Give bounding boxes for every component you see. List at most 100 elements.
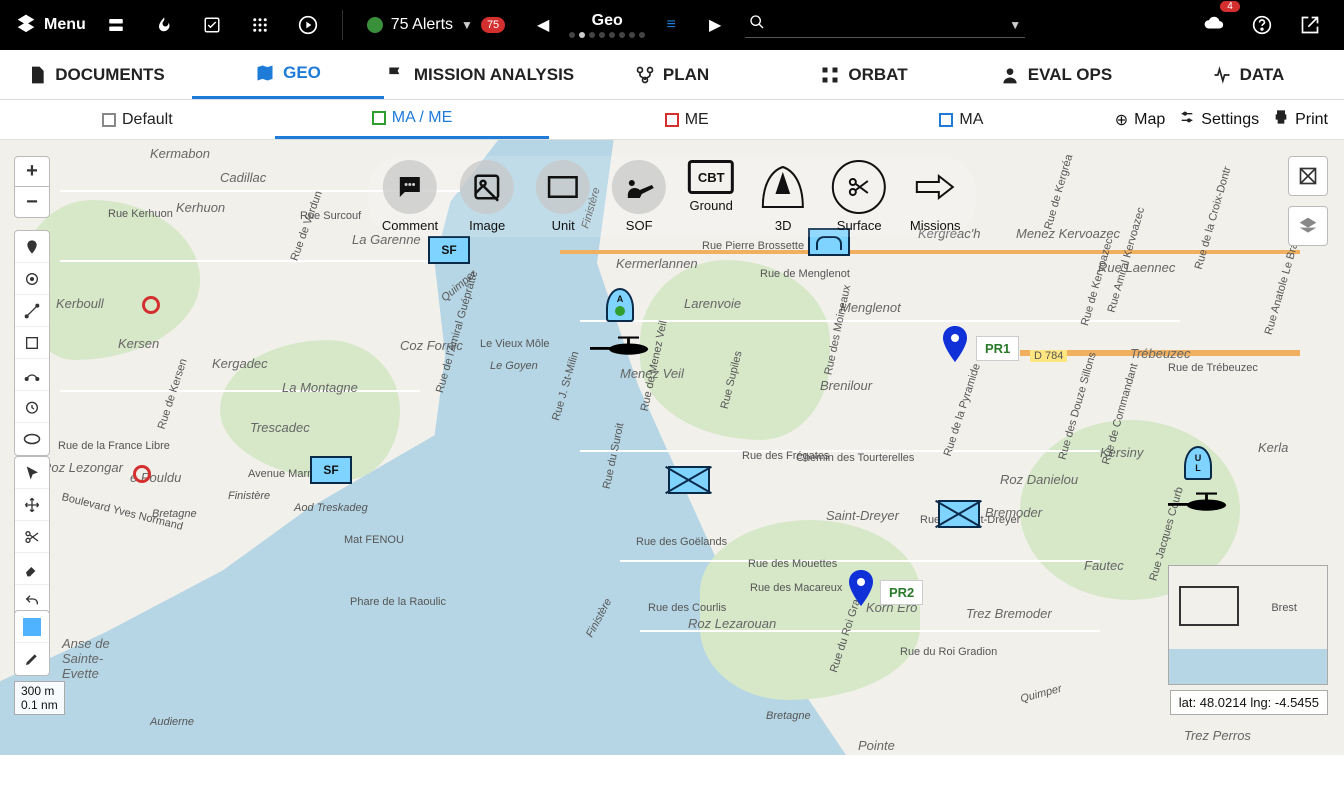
server-icon[interactable] bbox=[98, 7, 134, 43]
sliders-icon bbox=[1179, 109, 1195, 130]
workspace-pager: ◀ Geo ≡ ▶ bbox=[525, 7, 733, 43]
waypoint-label-pr2: PR2 bbox=[880, 580, 923, 605]
fill-color-tool[interactable] bbox=[15, 611, 49, 643]
overlay-unit[interactable]: Unit bbox=[536, 160, 590, 233]
overlay-missions[interactable]: Missions bbox=[908, 160, 962, 233]
threat-marker-1[interactable] bbox=[142, 296, 160, 314]
subtab-ma[interactable]: MA bbox=[824, 100, 1099, 139]
tab-geo[interactable]: GEO bbox=[192, 50, 384, 99]
top-bar: Menu 75 Alerts ▼ 75 ◀ Geo ≡ ▶ ▼ bbox=[0, 0, 1344, 50]
brush-tool[interactable] bbox=[15, 643, 49, 675]
flame-icon[interactable] bbox=[146, 7, 182, 43]
map-icon bbox=[372, 111, 386, 125]
map-overlay-toolbar: Comment Image Unit SOF CBTGround 3D Surf… bbox=[368, 156, 976, 237]
comment-icon bbox=[383, 160, 437, 214]
unit-sf-1[interactable]: SF bbox=[428, 236, 470, 264]
overlay-sof[interactable]: SOF bbox=[612, 160, 666, 233]
helicopter-marker-2[interactable] bbox=[1168, 492, 1238, 514]
layers-button[interactable] bbox=[1288, 206, 1328, 246]
move-tool[interactable] bbox=[15, 489, 49, 521]
map-icon bbox=[665, 113, 679, 127]
subtab-ma-me[interactable]: MA / ME bbox=[275, 100, 550, 139]
marker-tool[interactable] bbox=[15, 231, 49, 263]
chevron-down-icon: ▼ bbox=[461, 18, 473, 32]
shield-marker-ul[interactable]: UL bbox=[1184, 446, 1212, 480]
menu-label: Menu bbox=[44, 16, 86, 34]
layers-icon bbox=[16, 13, 36, 38]
style-tools bbox=[14, 610, 50, 676]
unit-icon bbox=[536, 160, 590, 214]
documents-icon bbox=[27, 65, 47, 85]
map-icon bbox=[255, 63, 275, 83]
overlay-surface[interactable]: Surface bbox=[832, 160, 886, 233]
alerts-badge: 75 bbox=[481, 17, 505, 33]
print-icon bbox=[1273, 109, 1289, 130]
unit-sf-2[interactable]: SF bbox=[310, 456, 352, 484]
ground-icon: CBT bbox=[688, 160, 734, 194]
path-tool[interactable] bbox=[15, 359, 49, 391]
line-tool[interactable] bbox=[15, 295, 49, 327]
cloud-sync-button[interactable]: 4 bbox=[1196, 7, 1232, 43]
tab-orbat[interactable]: ORBAT bbox=[768, 50, 960, 99]
plus-circle-icon: ⊕ bbox=[1115, 110, 1128, 130]
pager-dots bbox=[569, 32, 645, 38]
search-input[interactable] bbox=[771, 16, 1003, 34]
minimap[interactable]: Brest bbox=[1168, 565, 1328, 685]
arrow-right-icon bbox=[908, 160, 962, 214]
search-icon bbox=[749, 14, 765, 35]
erase-tool[interactable] bbox=[15, 553, 49, 585]
check-icon[interactable] bbox=[194, 7, 230, 43]
map-canvas[interactable]: Menglenot Bremoder Kersiny Trébeuzec Ker… bbox=[0, 140, 1344, 755]
zoom-in-button[interactable]: + bbox=[15, 157, 49, 187]
tab-eval-ops[interactable]: EVAL OPS bbox=[960, 50, 1152, 99]
help-button[interactable] bbox=[1244, 7, 1280, 43]
overlay-image[interactable]: Image bbox=[460, 160, 514, 233]
timer-tool[interactable] bbox=[15, 391, 49, 423]
cut-tool[interactable] bbox=[15, 521, 49, 553]
print-button[interactable]: Print bbox=[1273, 109, 1328, 130]
overlay-comment[interactable]: Comment bbox=[382, 160, 438, 233]
flag-icon bbox=[386, 65, 406, 85]
pager-prev[interactable]: ◀ bbox=[525, 7, 561, 43]
open-external-button[interactable] bbox=[1292, 7, 1328, 43]
edit-tools bbox=[14, 456, 50, 618]
map-icon bbox=[939, 113, 953, 127]
alerts-dropdown[interactable]: 75 Alerts ▼ 75 bbox=[359, 16, 513, 34]
waypoint-pin-2[interactable] bbox=[848, 570, 874, 606]
select-tool[interactable] bbox=[15, 457, 49, 489]
add-map-button[interactable]: ⊕Map bbox=[1115, 110, 1166, 130]
list-icon[interactable]: ≡ bbox=[653, 7, 689, 43]
unit-infantry-2[interactable] bbox=[938, 500, 980, 528]
sof-icon bbox=[612, 160, 666, 214]
chevron-down-icon[interactable]: ▼ bbox=[1009, 18, 1021, 32]
basemap-switch-button[interactable] bbox=[1288, 156, 1328, 196]
cloud-icon bbox=[1203, 12, 1225, 39]
settings-button[interactable]: Settings bbox=[1179, 109, 1259, 130]
overlay-ground[interactable]: CBTGround bbox=[688, 160, 734, 233]
zoom-out-button[interactable]: − bbox=[15, 187, 49, 217]
draw-tools bbox=[14, 230, 50, 456]
cloud-badge: 4 bbox=[1220, 1, 1240, 12]
grid-icon[interactable] bbox=[242, 7, 278, 43]
play-icon[interactable] bbox=[290, 7, 326, 43]
threat-marker-2[interactable] bbox=[133, 465, 151, 483]
ellipse-tool[interactable] bbox=[15, 423, 49, 455]
tab-data[interactable]: DATA bbox=[1152, 50, 1344, 99]
waypoint-pin-1[interactable] bbox=[942, 326, 968, 362]
subtab-me[interactable]: ME bbox=[549, 100, 824, 139]
tab-documents[interactable]: DOCUMENTS bbox=[0, 50, 192, 99]
helicopter-marker-1[interactable] bbox=[590, 336, 660, 358]
search-box[interactable]: ▼ bbox=[745, 12, 1025, 38]
image-icon bbox=[460, 160, 514, 214]
menu-button[interactable]: Menu bbox=[16, 13, 86, 38]
shield-marker-a[interactable]: A bbox=[606, 288, 634, 322]
pager-next[interactable]: ▶ bbox=[697, 7, 733, 43]
subtab-default[interactable]: Default bbox=[0, 100, 275, 139]
unit-infantry-1[interactable] bbox=[668, 466, 710, 494]
minimap-city-label: Brest bbox=[1271, 602, 1297, 614]
circle-tool[interactable] bbox=[15, 263, 49, 295]
tab-plan[interactable]: PLAN bbox=[576, 50, 768, 99]
tab-mission-analysis[interactable]: MISSION ANALYSIS bbox=[384, 50, 576, 99]
overlay-3d[interactable]: 3D bbox=[756, 160, 810, 233]
polygon-tool[interactable] bbox=[15, 327, 49, 359]
